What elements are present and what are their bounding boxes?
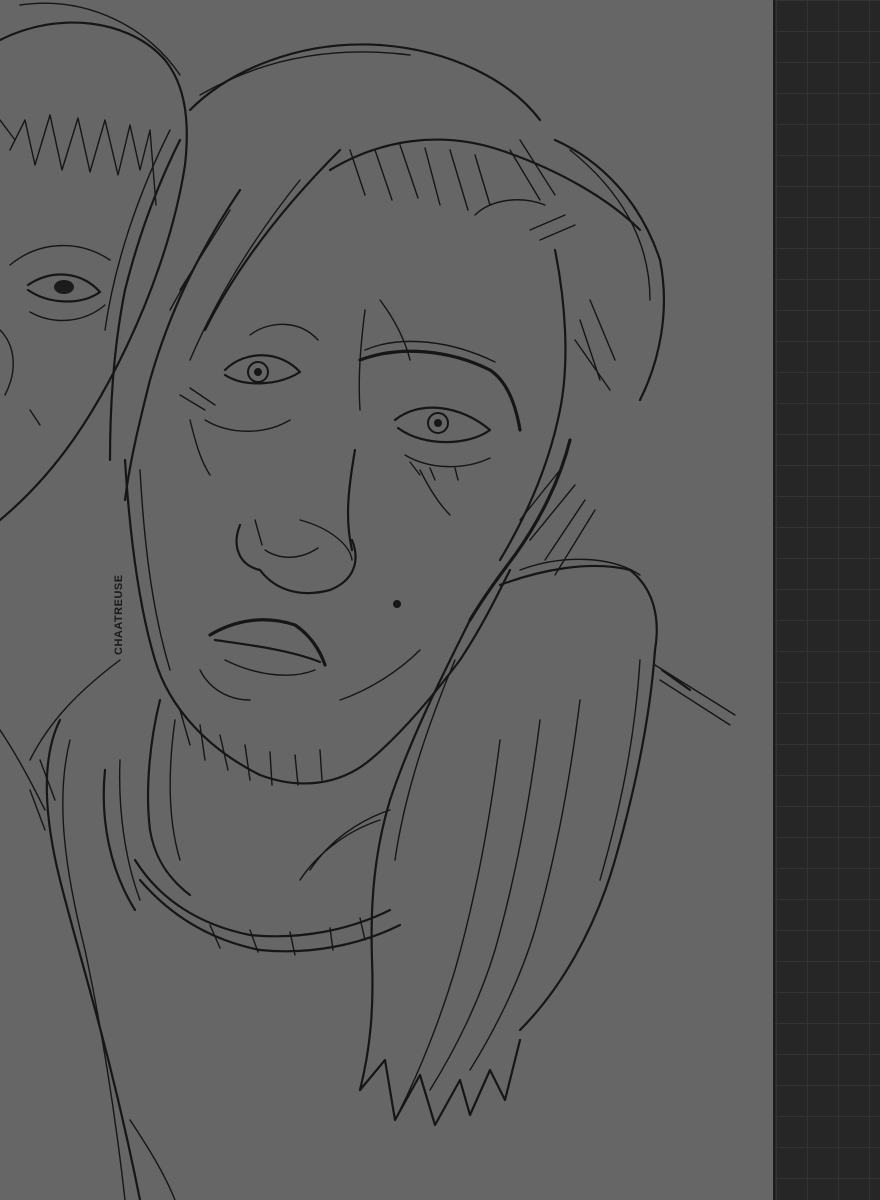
main-figure-face xyxy=(123,299,522,786)
left-figure-sketch xyxy=(0,2,188,811)
drawing-canvas[interactable]: CHAATREUSE xyxy=(0,0,773,1200)
main-figure-hand xyxy=(299,558,736,1127)
main-figure-hair xyxy=(104,43,665,622)
grid-side-panel xyxy=(775,0,880,1200)
artist-signature: CHAATREUSE xyxy=(113,574,125,655)
drawing-app-window: CHAATREUSE xyxy=(0,0,880,1200)
sketch-artwork: CHAATREUSE xyxy=(0,2,736,1200)
